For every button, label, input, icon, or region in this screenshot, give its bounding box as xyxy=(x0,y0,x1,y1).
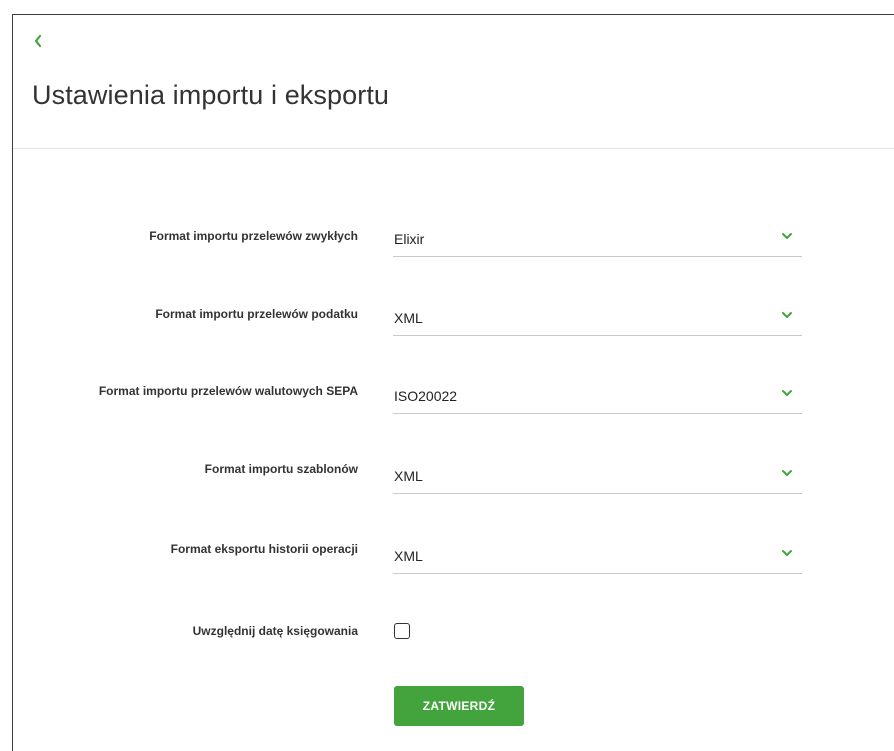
select-history-export-format[interactable]: XML xyxy=(393,540,802,574)
select-value: Elixir xyxy=(394,231,425,247)
header-divider xyxy=(13,148,894,149)
chevron-down-icon xyxy=(782,390,792,396)
page-title: Ustawienia importu i eksportu xyxy=(32,80,390,110)
checkbox-label-posting-date: Uwzględnij datę księgowania xyxy=(192,624,358,638)
field-label-tax-transfers: Format importu przelewów podatku xyxy=(155,307,358,321)
field-label-sepa-transfers: Format importu przelewów walutowych SEPA xyxy=(98,384,358,398)
field-label-regular-transfers: Format importu przelewów zwykłych xyxy=(149,229,358,243)
chevron-down-icon xyxy=(782,312,792,318)
chevron-left-icon xyxy=(34,34,42,48)
chevron-down-icon xyxy=(782,470,792,476)
chevron-down-icon xyxy=(782,233,792,239)
back-button[interactable] xyxy=(28,30,48,52)
submit-button[interactable]: ZATWIERDŹ xyxy=(394,686,524,726)
field-label-templates: Format importu szablonów xyxy=(204,462,358,476)
select-value: XML xyxy=(394,310,423,326)
select-value: XML xyxy=(394,468,423,484)
select-sepa-transfers-format[interactable]: ISO20022 xyxy=(393,380,802,414)
field-label-history-export: Format eksportu historii operacji xyxy=(170,542,358,556)
posting-date-checkbox[interactable] xyxy=(394,623,410,639)
select-value: ISO20022 xyxy=(394,388,458,404)
chevron-down-icon xyxy=(782,550,792,556)
select-value: XML xyxy=(394,548,423,564)
select-templates-format[interactable]: XML xyxy=(393,460,802,494)
select-regular-transfers-format[interactable]: Elixir xyxy=(393,223,802,257)
select-tax-transfers-format[interactable]: XML xyxy=(393,302,802,336)
